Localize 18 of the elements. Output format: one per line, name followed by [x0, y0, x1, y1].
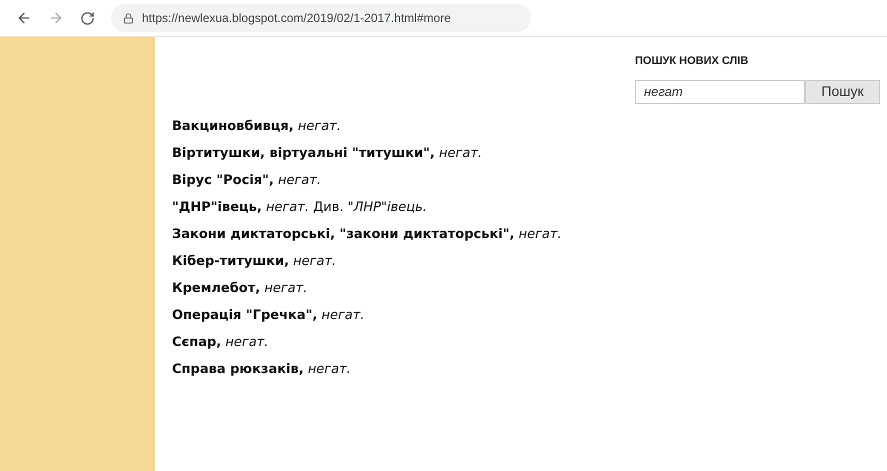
search-title: ПОШУК НОВИХ СЛІВ	[635, 54, 748, 69]
dictionary-entry: Вакциновбивця, негат.	[172, 118, 342, 134]
dictionary-entry: Закони диктаторські, "закони диктаторські", негат.	[172, 226, 563, 242]
dictionary-entry: Справа рюкзаків, негат.	[172, 360, 352, 378]
dictionary-entry: Кібер-титушки, негат.	[172, 252, 338, 270]
dictionary-entry: Сєпар, негат.	[172, 334, 270, 350]
lock-icon	[123, 12, 134, 24]
dictionary-entry: Кремлебот, негат.	[172, 280, 308, 296]
dictionary-entry: Вірус "Росія", негат.	[172, 172, 322, 188]
address-bar[interactable]: https://newlexua.blogspot.com/2019/02/1-2017.html#more	[111, 4, 531, 32]
back-icon[interactable]	[16, 10, 32, 26]
dictionary-entry: Віртитушки, віртуальні "титушки", негат.	[172, 144, 484, 162]
search-button[interactable]: Пошук	[805, 80, 880, 104]
url-text: https://newlexua.blogspot.com/2019/02/1-2017.html#more	[142, 10, 451, 27]
dictionary-entry: "ДНР"івець, негат. Див. "ЛНР"івець.	[172, 198, 428, 216]
search-field[interactable]: негат	[635, 80, 805, 104]
reload-icon[interactable]	[80, 10, 95, 26]
dictionary-entry: Операція "Гречка", негат.	[172, 306, 366, 324]
